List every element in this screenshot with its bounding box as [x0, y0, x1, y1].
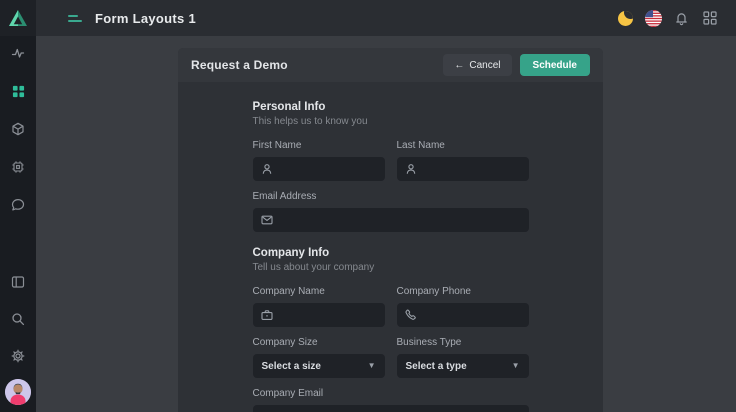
phone-icon — [405, 309, 417, 321]
company-info-section: Company Info Tell us about your company … — [253, 247, 529, 412]
apps-grid-icon — [703, 11, 717, 25]
sidebar-item-apps[interactable] — [10, 83, 26, 99]
first-name-input[interactable] — [279, 164, 377, 175]
top-header-bar: Form Layouts 1 — [36, 0, 736, 36]
company-email-label: Company Email — [253, 388, 529, 399]
sidebar-item-packages[interactable] — [10, 121, 26, 137]
person-icon — [405, 163, 417, 175]
cancel-button[interactable]: ← Cancel — [443, 54, 511, 76]
language-selector[interactable] — [645, 10, 662, 27]
email-address-label: Email Address — [253, 191, 529, 202]
page-title: Form Layouts 1 — [95, 11, 196, 26]
sidebar-item-chat[interactable] — [10, 197, 26, 213]
triangle-logo — [8, 9, 28, 27]
grid-icon — [12, 85, 25, 98]
first-name-field: First Name — [253, 140, 385, 181]
layout-icon — [11, 275, 25, 289]
notifications-bell-icon — [674, 11, 689, 26]
company-name-field: Company Name — [253, 286, 385, 327]
request-demo-card: Request a Demo ← Cancel Schedule Persona… — [178, 48, 603, 412]
last-name-label: Last Name — [397, 140, 529, 151]
section-heading: Company Info — [253, 247, 529, 259]
card-actions: ← Cancel Schedule — [443, 54, 590, 76]
cpu-icon — [11, 160, 25, 174]
company-email-field: Company Email — [253, 388, 529, 412]
language-flag-us-icon — [645, 10, 662, 27]
email-address-input[interactable] — [279, 215, 521, 226]
last-name-field: Last Name — [397, 140, 529, 181]
person-icon — [261, 163, 273, 175]
sidebar-item-activity[interactable] — [10, 45, 26, 61]
avatar-image — [5, 379, 31, 405]
last-name-input[interactable] — [423, 164, 521, 175]
business-type-selected-value: Select a type — [406, 361, 467, 372]
briefcase-icon — [261, 309, 273, 321]
section-heading: Personal Info — [253, 101, 529, 113]
first-name-label: First Name — [253, 140, 385, 151]
business-type-label: Business Type — [397, 337, 529, 348]
user-avatar[interactable] — [5, 379, 31, 405]
activity-icon — [11, 46, 25, 60]
company-name-label: Company Name — [253, 286, 385, 297]
dark-mode-toggle[interactable] — [617, 10, 634, 27]
company-size-selected-value: Select a size — [262, 361, 321, 372]
dark-mode-moon-icon — [618, 11, 633, 26]
card-title: Request a Demo — [191, 58, 288, 72]
email-address-field: Email Address — [253, 191, 529, 232]
section-subheading: Tell us about your company — [253, 262, 529, 273]
company-phone-label: Company Phone — [397, 286, 529, 297]
company-size-select[interactable]: Select a size ▼ — [253, 354, 385, 378]
company-phone-field: Company Phone — [397, 286, 529, 327]
sidebar-search[interactable] — [10, 311, 26, 327]
menu-toggle-button[interactable] — [68, 10, 84, 26]
sidebar-nav-top — [10, 45, 26, 213]
schedule-button[interactable]: Schedule — [520, 54, 590, 76]
sidebar-toggle-panel[interactable] — [10, 274, 26, 290]
chat-icon — [11, 198, 25, 212]
cube-icon — [11, 122, 25, 136]
apps-menu-button[interactable] — [701, 10, 718, 27]
hamburger-icon — [68, 15, 78, 17]
sidebar — [0, 0, 36, 412]
chevron-down-icon: ▼ — [512, 362, 520, 370]
search-icon — [11, 312, 25, 326]
sidebar-nav-bottom — [5, 274, 31, 412]
company-phone-input[interactable] — [423, 310, 521, 321]
section-subheading: This helps us to know you — [253, 116, 529, 127]
app-logo[interactable] — [0, 0, 36, 36]
gear-icon — [11, 349, 25, 363]
company-size-field: Company Size Select a size ▼ — [253, 337, 385, 378]
header-actions — [617, 10, 718, 27]
company-size-label: Company Size — [253, 337, 385, 348]
back-arrow-icon: ← — [454, 60, 464, 71]
sidebar-item-components[interactable] — [10, 159, 26, 175]
personal-info-section: Personal Info This helps us to know you … — [253, 101, 529, 232]
card-body: Personal Info This helps us to know you … — [178, 82, 603, 412]
business-type-field: Business Type Select a type ▼ — [397, 337, 529, 378]
demo-form: Personal Info This helps us to know you … — [253, 101, 529, 412]
chevron-down-icon: ▼ — [368, 362, 376, 370]
cancel-button-label: Cancel — [469, 60, 500, 71]
card-header: Request a Demo ← Cancel Schedule — [178, 48, 603, 82]
company-name-input[interactable] — [279, 310, 377, 321]
business-type-select[interactable]: Select a type ▼ — [397, 354, 529, 378]
app-window: Form Layouts 1 — [0, 0, 736, 412]
envelope-icon — [261, 214, 273, 226]
notifications-button[interactable] — [673, 10, 690, 27]
sidebar-settings[interactable] — [10, 348, 26, 364]
